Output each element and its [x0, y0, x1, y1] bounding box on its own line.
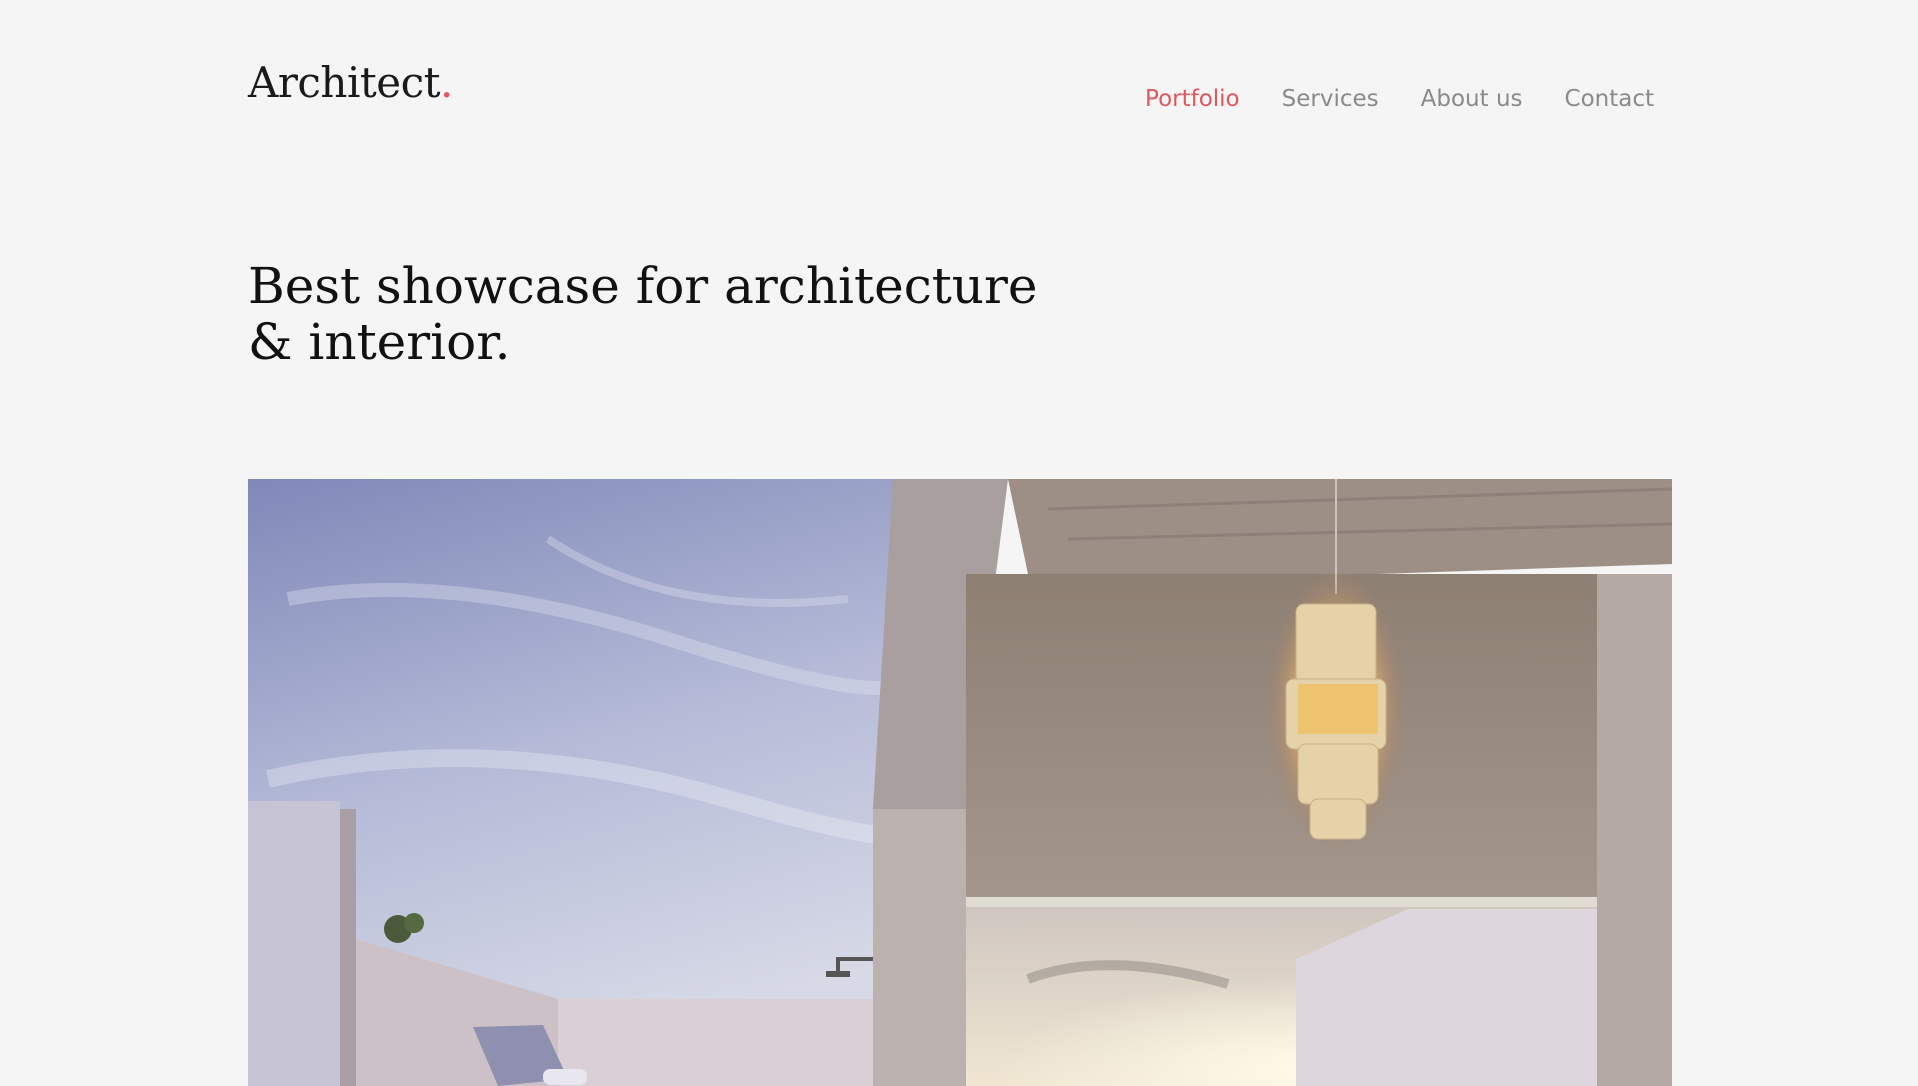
nav-item-services[interactable]: Services	[1282, 86, 1379, 112]
site-logo[interactable]: Architect.	[248, 58, 453, 107]
hero-image	[248, 479, 1672, 1086]
nav-item-about-us[interactable]: About us	[1421, 86, 1523, 112]
logo-text: Architect	[248, 58, 441, 107]
nav-item-portfolio[interactable]: Portfolio	[1145, 86, 1240, 112]
hero-headline: Best showcase for architecture & interio…	[248, 257, 1038, 371]
main-nav: Portfolio Services About us Contact	[1145, 86, 1654, 112]
nav-item-contact[interactable]: Contact	[1565, 86, 1654, 112]
logo-dot: .	[440, 58, 453, 107]
